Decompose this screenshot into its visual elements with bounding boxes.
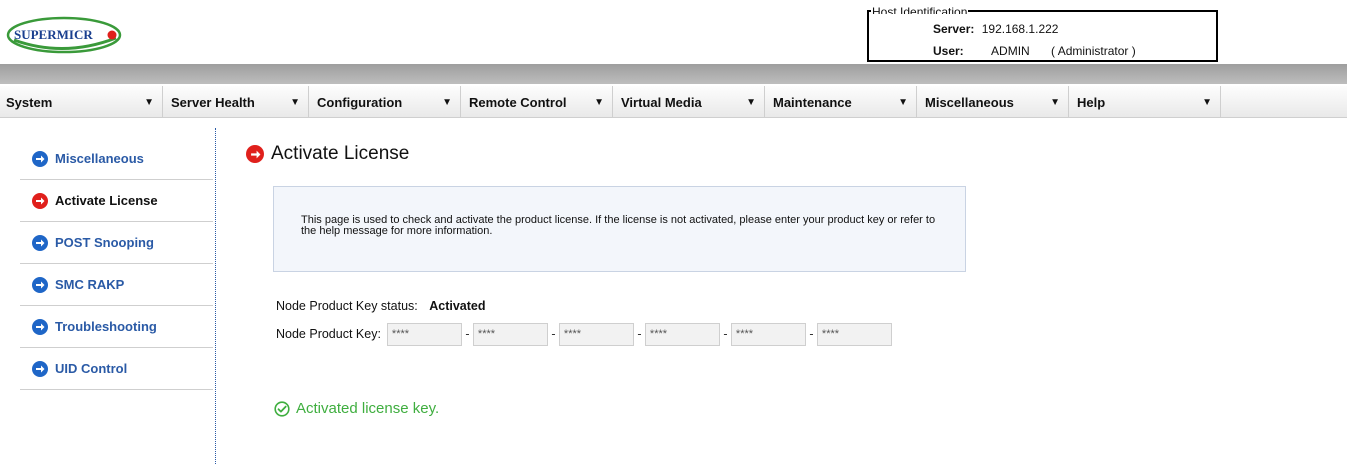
sidebar-item-post-snooping[interactable]: POST Snooping — [20, 222, 213, 264]
menu-miscellaneous-label: Miscellaneous — [925, 94, 1014, 110]
status-label: Node Product Key status: — [276, 299, 418, 313]
product-key-field-1[interactable] — [386, 322, 462, 346]
menu-configuration[interactable]: Configuration ▼ — [309, 86, 461, 118]
key-separator: - — [465, 327, 470, 341]
sidebar-item-label: Activate License — [55, 193, 158, 208]
product-key-field-4[interactable] — [644, 322, 720, 346]
sidebar-item-label: Miscellaneous — [55, 151, 144, 166]
sidebar: Miscellaneous Activate License POST Snoo… — [20, 138, 213, 390]
sidebar-item-troubleshooting[interactable]: Troubleshooting — [20, 306, 213, 348]
menu-maintenance-label: Maintenance — [773, 94, 852, 110]
sidebar-item-activate-license[interactable]: Activate License — [20, 180, 213, 222]
menu-help[interactable]: Help ▼ — [1069, 86, 1221, 118]
server-row: Server: 192.168.1.222 — [933, 22, 1058, 36]
menu-help-label: Help — [1077, 94, 1106, 110]
arrow-right-red-icon — [246, 145, 264, 163]
user-row: User: ADMIN ( Administrator ) — [933, 44, 1136, 58]
menu-miscellaneous[interactable]: Miscellaneous ▼ — [917, 86, 1069, 118]
check-circle-icon — [274, 400, 290, 417]
chevron-down-icon: ▼ — [898, 96, 908, 108]
product-key-label: Node Product Key: — [276, 327, 381, 341]
chevron-down-icon: ▼ — [746, 96, 756, 108]
product-key-status-row: Node Product Key status: Activated — [276, 299, 486, 313]
status-value: Activated — [429, 299, 486, 313]
host-identification-box: Host Identification Server: 192.168.1.22… — [867, 6, 1218, 62]
menu-configuration-label: Configuration — [317, 94, 403, 110]
arrow-right-red-icon — [32, 192, 48, 209]
menu-system-label: System — [6, 94, 53, 110]
product-key-field-6[interactable] — [816, 322, 892, 346]
sidebar-item-uid-control[interactable]: UID Control — [20, 348, 213, 390]
product-key-field-2[interactable] — [472, 322, 548, 346]
page-title: Activate License — [246, 143, 409, 165]
user-label: User: — [933, 44, 964, 58]
server-label: Server: — [933, 22, 975, 36]
menu-virtual-media-label: Virtual Media — [621, 94, 702, 110]
product-key-field-5[interactable] — [730, 322, 806, 346]
arrow-right-blue-icon — [32, 150, 48, 167]
key-separator: - — [551, 327, 556, 341]
product-key-field-3[interactable] — [558, 322, 634, 346]
svg-text:SUPERMICR: SUPERMICR — [14, 27, 93, 42]
supermicro-logo: SUPERMICR — [6, 16, 122, 54]
menu-server-health-label: Server Health — [171, 94, 255, 110]
menu-system[interactable]: System ▼ — [0, 86, 163, 118]
chevron-down-icon: ▼ — [1050, 96, 1060, 108]
chevron-down-icon: ▼ — [442, 96, 452, 108]
info-text: This page is used to check and activate … — [301, 214, 936, 237]
main-menu-bar: System ▼ Server Health ▼ Configuration ▼ Re… — [0, 86, 1347, 118]
sidebar-divider — [215, 128, 216, 464]
menu-remote-control[interactable]: Remote Control ▼ — [461, 86, 613, 118]
key-separator: - — [637, 327, 642, 341]
chevron-down-icon: ▼ — [290, 96, 300, 108]
info-box: This page is used to check and activate … — [273, 186, 966, 272]
chevron-down-icon: ▼ — [1202, 96, 1212, 108]
sidebar-item-miscellaneous[interactable]: Miscellaneous — [20, 138, 213, 180]
chevron-down-icon: ▼ — [144, 96, 154, 108]
key-separator: - — [809, 327, 814, 341]
success-message-text: Activated license key. — [296, 400, 440, 417]
menu-server-health[interactable]: Server Health ▼ — [163, 86, 309, 118]
menu-remote-control-label: Remote Control — [469, 94, 567, 110]
menu-virtual-media[interactable]: Virtual Media ▼ — [613, 86, 765, 118]
chevron-down-icon: ▼ — [594, 96, 604, 108]
arrow-right-blue-icon — [32, 360, 48, 377]
page-title-text: Activate License — [271, 143, 410, 164]
menu-maintenance[interactable]: Maintenance ▼ — [765, 86, 917, 118]
arrow-right-blue-icon — [32, 276, 48, 293]
sidebar-item-smc-rakp[interactable]: SMC RAKP — [20, 264, 213, 306]
arrow-right-blue-icon — [32, 234, 48, 251]
host-identification-legend: Host Identification — [871, 6, 969, 14]
success-message: Activated license key. — [274, 400, 439, 417]
key-separator: - — [723, 327, 728, 341]
sidebar-item-label: UID Control — [55, 361, 128, 376]
header-band — [0, 64, 1347, 84]
sidebar-item-label: SMC RAKP — [55, 277, 125, 292]
server-value: 192.168.1.222 — [981, 22, 1059, 36]
arrow-right-blue-icon — [32, 318, 48, 335]
sidebar-item-label: Troubleshooting — [55, 319, 157, 334]
sidebar-item-label: POST Snooping — [55, 235, 154, 250]
user-value: ADMIN — [991, 44, 1030, 58]
user-role: ( Administrator ) — [1051, 44, 1136, 58]
product-key-row: Node Product Key: - - - - - — [276, 322, 892, 346]
